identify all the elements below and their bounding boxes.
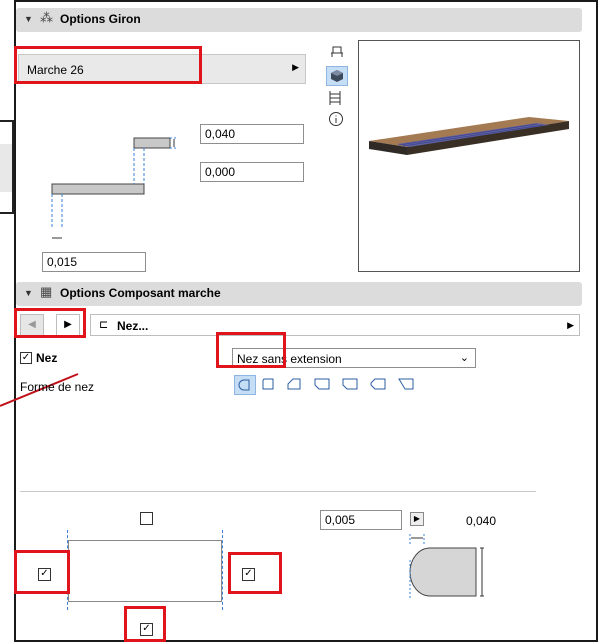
nosing-icon: ⊏ bbox=[99, 319, 109, 331]
3d-view-icon[interactable] bbox=[326, 66, 348, 86]
shape-bevel-top-button[interactable] bbox=[368, 375, 390, 395]
section-view-icon[interactable] bbox=[328, 90, 346, 108]
shape-chamfer-small-button[interactable] bbox=[258, 375, 280, 395]
side-tab bbox=[0, 120, 14, 214]
chevron-right-icon: ▶ bbox=[567, 320, 574, 330]
riser-height-input[interactable] bbox=[200, 124, 304, 144]
nez-label: Nez bbox=[36, 351, 58, 365]
selector-label: Nez... bbox=[117, 319, 149, 333]
step-right-button[interactable]: ▶ bbox=[410, 512, 424, 526]
plan-view-icon[interactable] bbox=[328, 45, 346, 63]
preset-label: Marche 26 bbox=[27, 63, 84, 77]
section-header-component[interactable]: ▼ ▦ Options Composant marche bbox=[16, 282, 582, 306]
preset-selector[interactable]: Marche 26 ▶ bbox=[18, 54, 306, 84]
collapse-arrow-icon[interactable]: ▼ bbox=[24, 14, 33, 24]
stair-profile-diagram bbox=[51, 137, 178, 239]
nosing-profile-diagram bbox=[409, 534, 484, 600]
component-icon: ▦ bbox=[40, 284, 53, 299]
section-title: Options Giron bbox=[60, 12, 141, 26]
left-edge-checkbox[interactable]: ✓ bbox=[38, 568, 51, 581]
nez-type-dropdown[interactable]: Nez sans extension ⌄ bbox=[232, 348, 476, 368]
nez-checkbox[interactable]: ✓ bbox=[20, 352, 32, 364]
forme-de-nez-label: Forme de nez bbox=[20, 380, 95, 394]
shape-rounded-button[interactable] bbox=[234, 375, 256, 395]
next-button[interactable]: ▶ bbox=[56, 314, 80, 336]
nosing-length-input[interactable] bbox=[42, 252, 146, 272]
guide-right bbox=[222, 530, 223, 610]
chevron-down-icon: ⌄ bbox=[459, 352, 469, 364]
right-edge-checkbox[interactable]: ✓ bbox=[242, 568, 255, 581]
shape-bevel-bottom-button[interactable] bbox=[340, 375, 362, 395]
section-header-giron[interactable]: ▼ ⁂ Options Giron bbox=[16, 8, 582, 32]
shape-taper-button[interactable] bbox=[396, 375, 418, 395]
nez-type-value: Nez sans extension bbox=[237, 352, 342, 366]
chevron-right-icon: ▶ bbox=[292, 62, 299, 72]
component-selector[interactable]: ⊏ Nez... ▶ bbox=[90, 314, 580, 336]
collapse-arrow-icon[interactable]: ▼ bbox=[24, 288, 33, 298]
top-edge-checkbox[interactable] bbox=[140, 512, 153, 525]
section-title: Options Composant marche bbox=[60, 286, 221, 300]
divider bbox=[20, 491, 536, 492]
nosing-height-value: 0,040 bbox=[466, 514, 497, 528]
shape-bevel-both-button[interactable] bbox=[312, 375, 334, 395]
shape-chamfer-button[interactable] bbox=[284, 375, 306, 395]
tread-offset-input[interactable] bbox=[200, 162, 304, 182]
bottom-edge-checkbox[interactable]: ✓ bbox=[140, 623, 153, 636]
preview-3d bbox=[358, 40, 580, 272]
tread-outline bbox=[68, 540, 222, 602]
prev-button[interactable]: ◀ bbox=[20, 314, 44, 336]
info-icon[interactable] bbox=[328, 111, 346, 129]
tread-icon: ⁂ bbox=[40, 10, 53, 25]
nosing-radius-input[interactable] bbox=[320, 510, 402, 530]
